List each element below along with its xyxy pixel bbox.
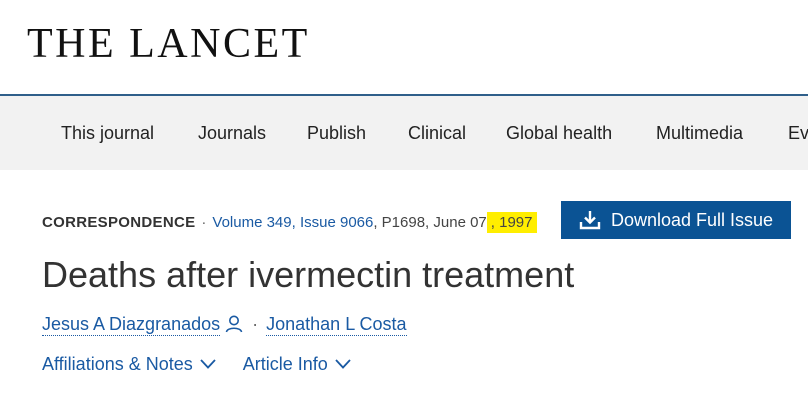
publication-year: 1997	[499, 214, 533, 231]
nav-item-journals[interactable]: Journals	[198, 96, 266, 170]
download-button-label: Download Full Issue	[610, 209, 774, 230]
author-separator: ·	[252, 314, 259, 334]
author-link-diazgranados[interactable]: Jesus A Diazgranados	[42, 313, 221, 336]
nav-item-clinical[interactable]: Clinical	[408, 96, 466, 170]
main-navigation: This journal Journals Publish Clinical G…	[0, 94, 808, 170]
download-full-issue-button[interactable]: Download Full Issue	[561, 201, 791, 239]
article-info-label: Article Info	[242, 354, 328, 374]
nav-item-publish[interactable]: Publish	[307, 96, 366, 170]
article-info-links: Affiliations & Notes Article Info	[42, 351, 352, 377]
highlighted-year: , 1997	[486, 212, 537, 233]
page-date: , P1698, June 07	[373, 214, 487, 231]
article-type: CORRESPONDENCE	[42, 214, 196, 231]
article-info-toggle[interactable]: Article Info	[243, 351, 352, 377]
nav-item-global-health[interactable]: Global health	[506, 96, 612, 170]
person-icon[interactable]	[224, 314, 244, 334]
article-title: Deaths after ivermectin treatment	[42, 254, 575, 295]
affiliations-notes-label: Affiliations & Notes	[42, 354, 193, 374]
year-comma: ,	[490, 214, 495, 231]
nav-item-events[interactable]: Ev	[788, 96, 808, 170]
journal-logo[interactable]: THE LANCET	[27, 22, 310, 66]
chevron-down-icon	[200, 359, 216, 369]
affiliations-notes-toggle[interactable]: Affiliations & Notes	[42, 351, 217, 377]
download-icon	[579, 211, 601, 230]
chevron-down-icon	[335, 359, 351, 369]
nav-item-multimedia[interactable]: Multimedia	[656, 96, 743, 170]
author-list: Jesus A Diazgranados · Jonathan L Costa	[42, 311, 407, 337]
author-link-costa[interactable]: Jonathan L Costa	[266, 313, 407, 336]
meta-separator: ·	[201, 214, 207, 231]
nav-item-this-journal[interactable]: This journal	[61, 96, 154, 170]
volume-issue-link[interactable]: Volume 349, Issue 9066	[212, 214, 373, 231]
article-meta: CORRESPONDENCE · Volume 349, Issue 9066, P…	[42, 211, 537, 235]
